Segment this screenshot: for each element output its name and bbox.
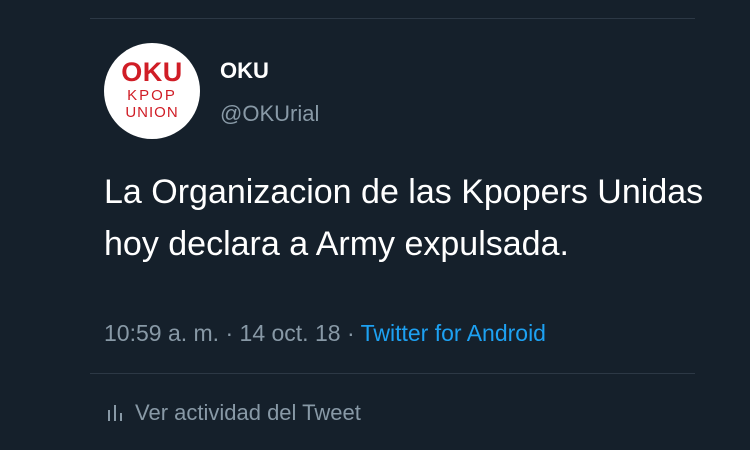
avatar-logo-line1: OKU: [121, 57, 183, 87]
avatar-logo-line2: KPOP: [127, 87, 177, 104]
meta-separator: ·: [225, 320, 234, 346]
user-handle[interactable]: @OKUrial: [220, 103, 319, 125]
tweet-text: La Organizacion de las Kpopers Unidas ho…: [104, 173, 704, 263]
display-name[interactable]: OKU: [220, 60, 269, 82]
tweet-detail-screen: OKU KPOP UNION OKU @OKUrial La Organizac…: [0, 0, 750, 450]
top-divider: [90, 18, 695, 19]
avatar[interactable]: OKU KPOP UNION: [104, 43, 200, 139]
meta-separator: ·: [346, 320, 355, 346]
view-activity-label: Ver actividad del Tweet: [135, 400, 361, 425]
avatar-logo-line3: UNION: [125, 104, 179, 121]
tweet-date[interactable]: 14 oct. 18: [240, 320, 341, 346]
tweet-time[interactable]: 10:59 a. m.: [104, 320, 219, 346]
bar-chart-icon: [107, 402, 123, 426]
tweet-source-link[interactable]: Twitter for Android: [361, 320, 546, 346]
activity-divider: [90, 373, 695, 374]
tweet-meta: 10:59 a. m. · 14 oct. 18 · Twitter for A…: [104, 322, 546, 345]
view-activity-button[interactable]: Ver actividad del Tweet: [107, 402, 361, 426]
